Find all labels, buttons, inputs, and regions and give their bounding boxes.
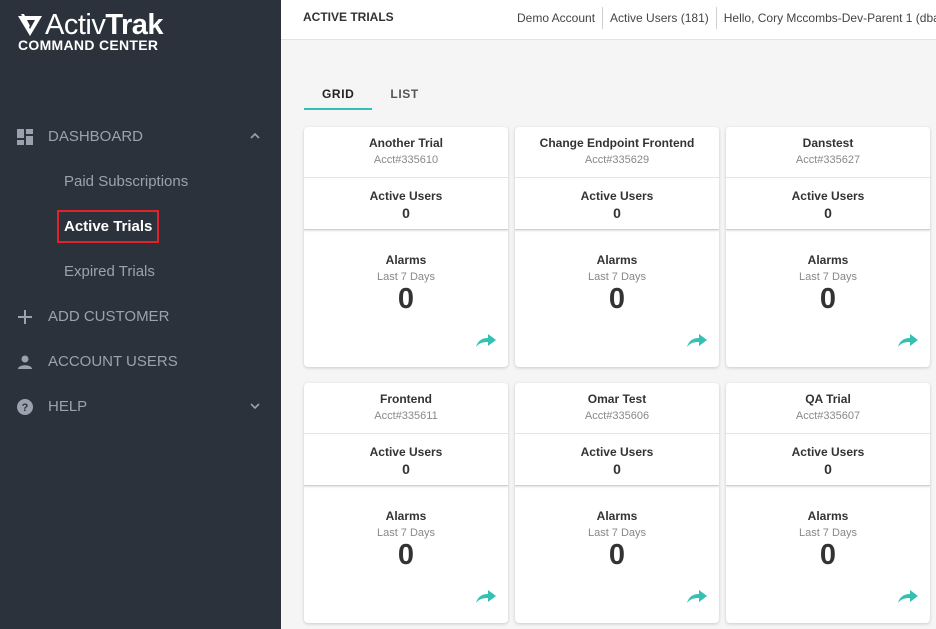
card-alarms-label: Alarms bbox=[596, 509, 638, 523]
brand-logo[interactable]: ActivTrak COMMAND CENTER bbox=[18, 9, 164, 53]
plus-icon bbox=[17, 309, 33, 325]
sidebar-item-dashboard[interactable]: DASHBOARD bbox=[0, 114, 281, 159]
active-users-count[interactable]: Active Users (181) bbox=[603, 7, 717, 29]
sidebar-item-label: HELP bbox=[48, 398, 88, 415]
activtrak-logo-icon bbox=[18, 14, 42, 36]
chevron-up-icon[interactable] bbox=[249, 130, 261, 142]
card-alarms-period: Last 7 Days bbox=[798, 271, 858, 283]
card-alarms-value: 0 bbox=[819, 283, 837, 315]
card-active-users-value: 0 bbox=[613, 205, 621, 221]
brand-subtitle: COMMAND CENTER bbox=[18, 37, 159, 53]
sidebar-nav: DASHBOARD Paid Subscriptions Active Tria… bbox=[0, 114, 281, 429]
help-icon: ? bbox=[17, 398, 33, 415]
card-active-users-label: Active Users bbox=[580, 445, 654, 459]
card-alarms-label: Alarms bbox=[385, 509, 427, 523]
card-active-users-label: Active Users bbox=[369, 445, 443, 459]
card-alarms-value: 0 bbox=[397, 539, 415, 571]
card-active-users-value: 0 bbox=[824, 205, 832, 221]
card-active-users-value: 0 bbox=[613, 461, 621, 477]
card-account-number: Acct#335629 bbox=[584, 154, 650, 166]
sidebar-item-help[interactable]: ? HELP bbox=[0, 384, 281, 429]
share-arrow-icon[interactable] bbox=[687, 589, 707, 603]
card-account-number: Acct#335606 bbox=[584, 410, 650, 422]
sidebar-item-expired-trials[interactable]: Expired Trials bbox=[0, 249, 281, 294]
card-alarms-period: Last 7 Days bbox=[798, 527, 858, 539]
card-alarms-label: Alarms bbox=[385, 253, 427, 267]
card-alarms-period: Last 7 Days bbox=[376, 527, 436, 539]
share-arrow-icon[interactable] bbox=[898, 589, 918, 603]
card-alarms-value: 0 bbox=[397, 283, 415, 315]
card-active-users-value: 0 bbox=[402, 461, 410, 477]
card-alarms-value: 0 bbox=[608, 283, 626, 315]
share-arrow-icon[interactable] bbox=[476, 333, 496, 347]
trial-card[interactable]: Omar Test Acct#335606 Active Users 0 Alarm… bbox=[515, 383, 719, 623]
trial-card[interactable]: Danstest Acct#335627 Active Users 0 Alarms… bbox=[726, 127, 930, 367]
trial-card[interactable]: QA Trial Acct#335607 Active Users 0 Alarms… bbox=[726, 383, 930, 623]
card-alarms-label: Alarms bbox=[807, 253, 849, 267]
card-account-name: Danstest bbox=[802, 136, 854, 150]
tab-list[interactable]: LIST bbox=[372, 80, 436, 110]
sidebar: ActivTrak COMMAND CENTER DASHBOARD Paid … bbox=[0, 0, 281, 629]
trial-card[interactable]: Change Endpoint Frontend Acct#335629 Acti… bbox=[515, 127, 719, 367]
card-alarms-value: 0 bbox=[819, 539, 837, 571]
share-arrow-icon[interactable] bbox=[687, 333, 707, 347]
sidebar-item-add-customer[interactable]: ADD CUSTOMER bbox=[0, 294, 281, 339]
card-active-users-label: Active Users bbox=[369, 189, 443, 203]
view-tabs: GRID LIST bbox=[304, 80, 437, 110]
card-active-users-value: 0 bbox=[824, 461, 832, 477]
header-account-info: Demo Account Active Users (181) Hello, C… bbox=[510, 7, 936, 29]
sidebar-item-account-users[interactable]: ACCOUNT USERS bbox=[0, 339, 281, 384]
sidebar-item-active-trials[interactable]: Active Trials bbox=[0, 204, 281, 249]
share-arrow-icon[interactable] bbox=[476, 589, 496, 603]
card-account-name: Frontend bbox=[380, 392, 432, 406]
account-name[interactable]: Demo Account bbox=[510, 7, 604, 29]
card-alarms-period: Last 7 Days bbox=[587, 271, 647, 283]
card-account-name: Change Endpoint Frontend bbox=[539, 136, 695, 150]
user-greeting[interactable]: Hello, Cory Mccombs-Dev-Parent 1 (dba bbox=[717, 7, 936, 29]
card-account-name: Omar Test bbox=[587, 392, 647, 406]
card-active-users-value: 0 bbox=[402, 205, 410, 221]
card-account-name: QA Trial bbox=[805, 392, 851, 406]
sidebar-item-label: ADD CUSTOMER bbox=[48, 308, 170, 325]
trial-card[interactable]: Frontend Acct#335611 Active Users 0 Alarms… bbox=[304, 383, 508, 623]
card-account-number: Acct#335607 bbox=[795, 410, 861, 422]
chevron-down-icon[interactable] bbox=[249, 400, 261, 412]
person-icon bbox=[17, 354, 33, 370]
sidebar-item-label: DASHBOARD bbox=[48, 128, 144, 145]
card-alarms-period: Last 7 Days bbox=[587, 527, 647, 539]
card-alarms-value: 0 bbox=[608, 539, 626, 571]
card-alarms-period: Last 7 Days bbox=[376, 271, 436, 283]
trial-card[interactable]: Another Trial Acct#335610 Active Users 0 A… bbox=[304, 127, 508, 367]
card-account-name: Another Trial bbox=[368, 136, 443, 150]
share-arrow-icon[interactable] bbox=[898, 333, 918, 347]
tab-grid[interactable]: GRID bbox=[304, 80, 373, 110]
card-active-users-label: Active Users bbox=[580, 189, 654, 203]
top-header: ACTIVE TRIALS Demo Account Active Users … bbox=[281, 0, 936, 40]
card-active-users-label: Active Users bbox=[791, 445, 865, 459]
dashboard-icon bbox=[17, 128, 33, 145]
card-active-users-label: Active Users bbox=[791, 189, 865, 203]
card-alarms-label: Alarms bbox=[596, 253, 638, 267]
sidebar-item-paid-subscriptions[interactable]: Paid Subscriptions bbox=[0, 159, 281, 204]
card-account-number: Acct#335627 bbox=[795, 154, 861, 166]
svg-text:?: ? bbox=[22, 402, 29, 414]
card-account-number: Acct#335610 bbox=[373, 154, 439, 166]
card-alarms-label: Alarms bbox=[807, 509, 849, 523]
brand-name: ActivTrak bbox=[45, 9, 164, 41]
card-account-number: Acct#335611 bbox=[374, 410, 438, 422]
sidebar-item-label: ACCOUNT USERS bbox=[48, 353, 178, 370]
page-title: ACTIVE TRIALS bbox=[303, 10, 394, 24]
